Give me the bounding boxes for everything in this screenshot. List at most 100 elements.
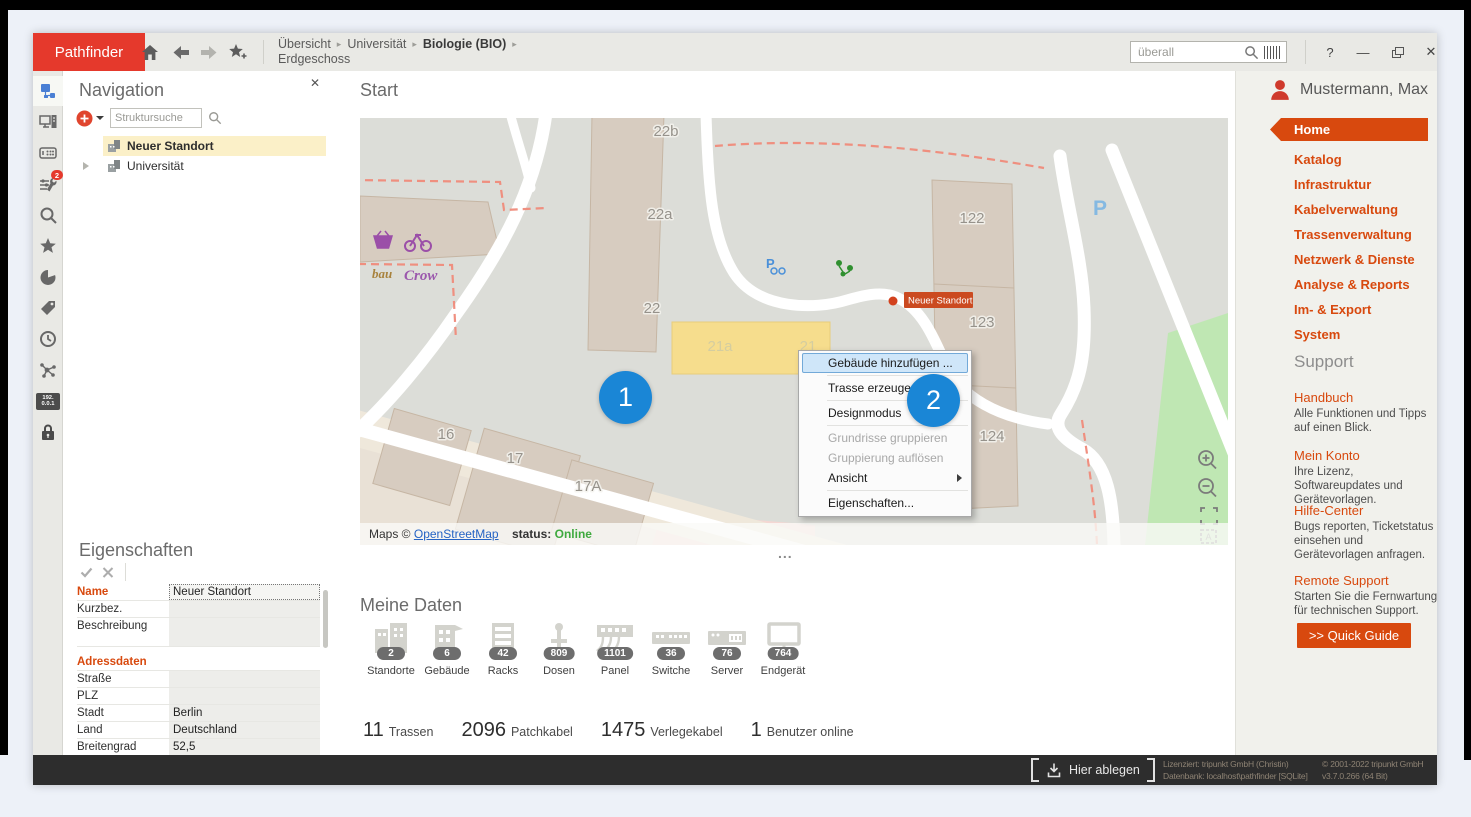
- forward-button[interactable]: [197, 42, 221, 62]
- check-icon: [80, 567, 93, 578]
- clock-icon: [39, 330, 57, 348]
- tool-reports-button[interactable]: [33, 262, 63, 292]
- close-button[interactable]: ✕: [1419, 41, 1437, 63]
- support-link-remote-support[interactable]: Remote Support: [1294, 573, 1389, 588]
- bracket-left-icon: [1031, 758, 1039, 782]
- expand-icon[interactable]: [83, 162, 89, 170]
- navigation-close-button[interactable]: ✕: [310, 76, 320, 90]
- stat-label: Standorte: [367, 665, 415, 677]
- apply-button[interactable]: [77, 564, 95, 580]
- sidebar-item-system[interactable]: System: [1294, 327, 1340, 342]
- tool-structure-button[interactable]: [33, 76, 63, 106]
- property-value-input[interactable]: [169, 601, 320, 617]
- back-button[interactable]: [169, 42, 193, 62]
- property-value-input[interactable]: Neuer Standort: [169, 584, 320, 600]
- structure-search-input[interactable]: [110, 108, 202, 128]
- stat-gebaeude[interactable]: 6 Gebäude: [419, 621, 475, 687]
- tool-favorites-button[interactable]: [33, 231, 63, 261]
- property-value-input[interactable]: [169, 688, 320, 704]
- tool-history-button[interactable]: [33, 324, 63, 354]
- menu-item-gebaeude-hinzufuegen[interactable]: Gebäude hinzufügen ...: [802, 353, 968, 373]
- property-value-input[interactable]: Deutschland: [169, 722, 320, 738]
- map-viewport[interactable]: P 22b 22a 22 21a 21 122 123 124 16 17 17…: [360, 118, 1228, 545]
- property-row: Land Deutschland: [77, 722, 320, 739]
- lock-icon: [39, 423, 57, 441]
- sidebar-item-im-export[interactable]: Im- & Export: [1294, 302, 1371, 317]
- property-label: PLZ: [77, 688, 169, 704]
- map-label: 21a: [707, 338, 733, 355]
- site-marker-dot[interactable]: [889, 297, 898, 306]
- tasks-badge: 2: [51, 170, 63, 180]
- menu-item-eigenschaften[interactable]: Eigenschaften...: [799, 493, 971, 513]
- properties-scrollbar[interactable]: [323, 590, 328, 648]
- tool-search-button[interactable]: [33, 200, 63, 230]
- stat-server[interactable]: 76 Server: [699, 621, 755, 687]
- user-account[interactable]: Mustermann, Max: [1269, 79, 1428, 101]
- restore-button[interactable]: [1385, 41, 1409, 63]
- support-desc: Alle Funktionen und Tipps auf einen Blic…: [1294, 407, 1437, 435]
- bracket-right-icon: [1147, 758, 1155, 782]
- map-resize-handle[interactable]: ...: [778, 545, 793, 561]
- network-nodes-icon: [39, 361, 57, 379]
- support-link-handbuch[interactable]: Handbuch: [1294, 390, 1353, 405]
- breadcrumb-item[interactable]: Übersicht: [278, 37, 331, 51]
- breadcrumb-item[interactable]: Erdgeschoss: [278, 52, 350, 66]
- tool-tags-button[interactable]: [33, 293, 63, 323]
- barcode-scan-icon[interactable]: [1264, 46, 1281, 59]
- stat-count-badge: 42: [489, 647, 517, 660]
- global-search-input[interactable]: [1136, 44, 1244, 60]
- drop-target[interactable]: Hier ablegen: [1031, 759, 1155, 781]
- navigation-panel: Navigation ✕ Neuer Standort Universität: [63, 71, 331, 538]
- properties-title: Eigenschaften: [79, 540, 193, 561]
- add-node-dropdown-icon[interactable]: [96, 116, 104, 120]
- stat-standorte[interactable]: 2 Standorte: [363, 621, 419, 687]
- sidebar-item-home[interactable]: Home: [1270, 118, 1428, 141]
- site-icon: [107, 159, 121, 173]
- sidebar-item-netzwerk-dienste[interactable]: Netzwerk & Dienste: [1294, 252, 1415, 267]
- minimize-button[interactable]: —: [1351, 41, 1375, 63]
- stat-panel[interactable]: 1101 Panel: [587, 621, 643, 687]
- breadcrumb-item[interactable]: Universität: [347, 37, 406, 51]
- stat-endgeraet[interactable]: 764 Endgerät: [755, 621, 811, 687]
- support-link-mein-konto[interactable]: Mein Konto: [1294, 448, 1360, 463]
- property-section-header: Adressdaten: [77, 654, 320, 671]
- support-link-hilfe-center[interactable]: Hilfe-Center: [1294, 503, 1363, 518]
- map-label: 17A: [575, 478, 602, 495]
- discard-button[interactable]: [99, 564, 117, 580]
- right-sidebar: Mustermann, Max Home Katalog Infrastrukt…: [1235, 71, 1437, 755]
- tree-item-neuer-standort[interactable]: Neuer Standort: [63, 136, 330, 156]
- tool-security-button[interactable]: [33, 417, 63, 447]
- structure-search-icon[interactable]: [208, 111, 222, 125]
- openstreetmap-link[interactable]: OpenStreetMap: [414, 527, 499, 541]
- stat-racks[interactable]: 42 Racks: [475, 621, 531, 687]
- sidebar-item-analyse-reports[interactable]: Analyse & Reports: [1294, 277, 1410, 292]
- property-value-input[interactable]: [169, 671, 320, 687]
- quick-guide-button[interactable]: >> Quick Guide: [1297, 623, 1411, 648]
- property-value-input[interactable]: Berlin: [169, 705, 320, 721]
- sidebar-item-infrastruktur[interactable]: Infrastruktur: [1294, 177, 1371, 192]
- breadcrumb-item-current[interactable]: Biologie (BIO): [423, 37, 506, 51]
- tree-item-universitaet[interactable]: Universität: [63, 156, 330, 176]
- drop-target-label: Hier ablegen: [1069, 763, 1140, 777]
- help-button[interactable]: ?: [1318, 41, 1342, 63]
- tool-ip-button[interactable]: 192.0.0.1: [33, 386, 63, 416]
- stat-switche[interactable]: 36 Switche: [643, 621, 699, 687]
- property-value-input[interactable]: 52,5: [169, 739, 320, 755]
- tool-devices-button[interactable]: [33, 107, 63, 137]
- menu-item-ansicht[interactable]: Ansicht: [799, 468, 971, 488]
- search-icon[interactable]: [1244, 45, 1259, 60]
- stat-dosen[interactable]: 809 Dosen: [531, 621, 587, 687]
- sidebar-item-trassenverwaltung[interactable]: Trassenverwaltung: [1294, 227, 1412, 242]
- sidebar-item-katalog[interactable]: Katalog: [1294, 152, 1342, 167]
- property-label: Breitengrad: [77, 739, 169, 755]
- sidebar-item-kabelverwaltung[interactable]: Kabelverwaltung: [1294, 202, 1398, 217]
- pathfinder-logo-button[interactable]: Pathfinder: [33, 33, 145, 71]
- home-button[interactable]: [138, 42, 162, 62]
- star-plus-icon: [228, 43, 248, 61]
- tool-panel-button[interactable]: [33, 138, 63, 168]
- add-node-button[interactable]: [76, 110, 93, 127]
- tool-tasks-button[interactable]: 2: [33, 169, 63, 199]
- property-value-input[interactable]: [169, 618, 320, 646]
- tool-topology-button[interactable]: [33, 355, 63, 385]
- add-favorite-button[interactable]: [226, 42, 250, 62]
